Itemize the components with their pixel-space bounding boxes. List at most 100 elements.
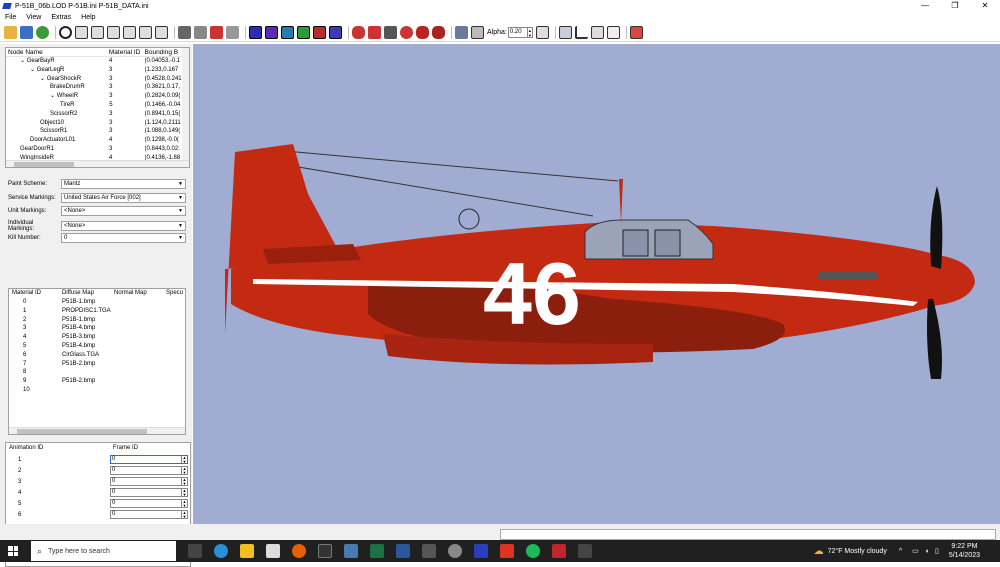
excel-icon[interactable]: [370, 544, 384, 558]
spinner-arrows-icon[interactable]: ▲ ▼: [181, 456, 187, 463]
minimize-button[interactable]: —: [910, 0, 940, 12]
form-dropdown[interactable]: 0 ▼: [61, 233, 186, 243]
texture-t-icon[interactable]: [36, 25, 49, 39]
chevron-down-icon[interactable]: ▼: [178, 194, 183, 202]
material-hscroll[interactable]: [9, 427, 185, 434]
tree-row[interactable]: DoorActuatorL01 4 (0.1298,-0.0(: [6, 136, 189, 145]
view-front-icon[interactable]: [75, 25, 88, 39]
object-red-5-icon[interactable]: [432, 25, 445, 39]
open-folder-icon[interactable]: [4, 25, 17, 39]
render-mode-1-icon[interactable]: [249, 25, 262, 39]
spinner-arrows-icon[interactable]: ▲ ▼: [181, 478, 187, 485]
material-row[interactable]: 10: [9, 386, 185, 395]
chevron-down-icon[interactable]: ▼: [178, 180, 183, 188]
word-icon[interactable]: [396, 544, 410, 558]
shade-color-icon[interactable]: [210, 25, 223, 39]
close-button[interactable]: ✕: [970, 0, 1000, 12]
zoom-icon[interactable]: [59, 25, 72, 39]
cube-icon[interactable]: [606, 25, 620, 39]
weather-icon[interactable]: ☁: [814, 546, 824, 557]
spinner-arrows-icon[interactable]: ▲ ▼: [181, 467, 187, 474]
file-explorer-icon[interactable]: [240, 544, 254, 558]
material-list[interactable]: Material ID Diffuse Map Normal Map Specu…: [8, 288, 186, 435]
tree-row[interactable]: ⌄ GearLegR 3 (1.233,0.167: [6, 66, 189, 75]
object-red-2-icon[interactable]: [368, 25, 381, 39]
tree-vscroll[interactable]: [182, 48, 189, 167]
frame-id-stepper[interactable]: 0 ▲ ▼: [110, 466, 188, 475]
view-left-icon[interactable]: [107, 25, 120, 39]
tree-row[interactable]: GearDoorR1 3 (0.8443,0.02:: [6, 145, 189, 154]
firefox-icon[interactable]: [292, 544, 306, 558]
view-back-icon[interactable]: [91, 25, 104, 39]
expand-chevron-icon[interactable]: ⌄: [50, 93, 57, 99]
tree-row[interactable]: ⌄ GearShockR 3 (0.4528,0.241: [6, 75, 189, 84]
form-dropdown[interactable]: <None> ▼: [61, 221, 186, 231]
material-row[interactable]: 0 P51B-1.bmp: [9, 298, 185, 307]
tools-icon[interactable]: [629, 25, 643, 39]
render-mode-5-icon[interactable]: [313, 25, 326, 39]
chevron-down-icon[interactable]: ▼: [178, 207, 183, 215]
object-red-3-icon[interactable]: [400, 25, 413, 39]
frame-id-stepper[interactable]: 0 ▲ ▼: [110, 477, 188, 486]
network-icon[interactable]: ▭: [912, 547, 919, 555]
spinner-arrows-icon[interactable]: ▲ ▼: [181, 489, 187, 496]
form-dropdown[interactable]: <None> ▼: [61, 206, 186, 216]
menu-help[interactable]: Help: [76, 14, 100, 21]
app-misc-icon[interactable]: [578, 544, 592, 558]
object-red-1-icon[interactable]: [352, 25, 365, 39]
app-n-icon[interactable]: [318, 544, 332, 558]
volume-icon[interactable]: ◖: [925, 548, 929, 555]
menu-extras[interactable]: Extras: [46, 14, 76, 21]
expand-chevron-icon[interactable]: ⌄: [30, 67, 37, 73]
view-right-icon[interactable]: [123, 25, 136, 39]
menu-view[interactable]: View: [21, 14, 46, 21]
store-icon[interactable]: [266, 544, 280, 558]
windows-start-icon[interactable]: [8, 546, 18, 556]
spinner-arrows-icon[interactable]: ▲ ▼: [181, 511, 187, 518]
tree-row[interactable]: ScissorR1 3 (1.088,0.149(: [6, 127, 189, 136]
axes-icon[interactable]: [574, 25, 588, 39]
render-mode-2-icon[interactable]: [265, 25, 278, 39]
menu-file[interactable]: File: [0, 14, 21, 21]
tree-hscroll[interactable]: [6, 160, 189, 167]
frame-id-stepper[interactable]: 0 ▲ ▼: [110, 488, 188, 497]
chevron-down-icon[interactable]: ▼: [178, 234, 183, 242]
material-row[interactable]: 1 PROPDISC1.TGA: [9, 307, 185, 316]
expand-chevron-icon[interactable]: ⌄: [20, 58, 27, 64]
col-material-id[interactable]: Material ID: [109, 48, 145, 56]
material-row[interactable]: 8: [9, 368, 185, 377]
battery-icon[interactable]: ▯: [935, 547, 939, 555]
view-top-icon[interactable]: [139, 25, 152, 39]
material-row[interactable]: 5 P51B-4.bmp: [9, 342, 185, 351]
app-7z-icon[interactable]: [422, 544, 436, 558]
transparency-icon[interactable]: [455, 25, 468, 39]
render-mode-6-icon[interactable]: [329, 25, 342, 39]
node-tree[interactable]: Node Name Material ID Bounding B ⌄ GearB…: [5, 47, 190, 168]
mail-icon[interactable]: [344, 544, 358, 558]
grid-icon[interactable]: [558, 25, 572, 39]
frame-id-stepper[interactable]: 0 ▲ ▼: [110, 455, 188, 464]
object-red-4-icon[interactable]: [416, 25, 429, 39]
taskbar-search[interactable]: ⌕ Type here to search: [31, 541, 176, 561]
chevron-up-icon[interactable]: ^: [899, 548, 902, 555]
col-node-name[interactable]: Node Name: [6, 48, 109, 56]
col-diffuse[interactable]: Diffuse Map: [62, 289, 114, 298]
material-row[interactable]: 9 P51B-2.bmp: [9, 377, 185, 386]
object-dark-icon[interactable]: [384, 25, 397, 39]
mcafee-icon[interactable]: [552, 544, 566, 558]
chevron-down-icon[interactable]: ▼: [178, 222, 183, 230]
material-row[interactable]: 6 ClrGlass.TGA: [9, 351, 185, 360]
shade-smooth-icon[interactable]: [194, 25, 207, 39]
alpha-input[interactable]: 0.20: [507, 26, 528, 38]
tree-row[interactable]: ⌄ GearBayR 4 (0.04053,-0.1: [6, 57, 189, 66]
acrobat-icon[interactable]: [500, 544, 514, 558]
tree-row[interactable]: BrakeDrumR 3 (0.3621,0.17,: [6, 83, 189, 92]
render-mode-3-icon[interactable]: [281, 25, 294, 39]
shade-wire-icon[interactable]: [226, 25, 239, 39]
material-row[interactable]: 7 P51B-2.bmp: [9, 360, 185, 369]
form-dropdown[interactable]: Mantz ▼: [61, 179, 186, 189]
material-row[interactable]: 4 P51B-3.bmp: [9, 333, 185, 342]
tree-row[interactable]: ⌄ WheelR 3 (0.2824,0.09(: [6, 92, 189, 101]
lod-viewer-icon[interactable]: [474, 544, 488, 558]
expand-chevron-icon[interactable]: ⌄: [40, 76, 47, 82]
